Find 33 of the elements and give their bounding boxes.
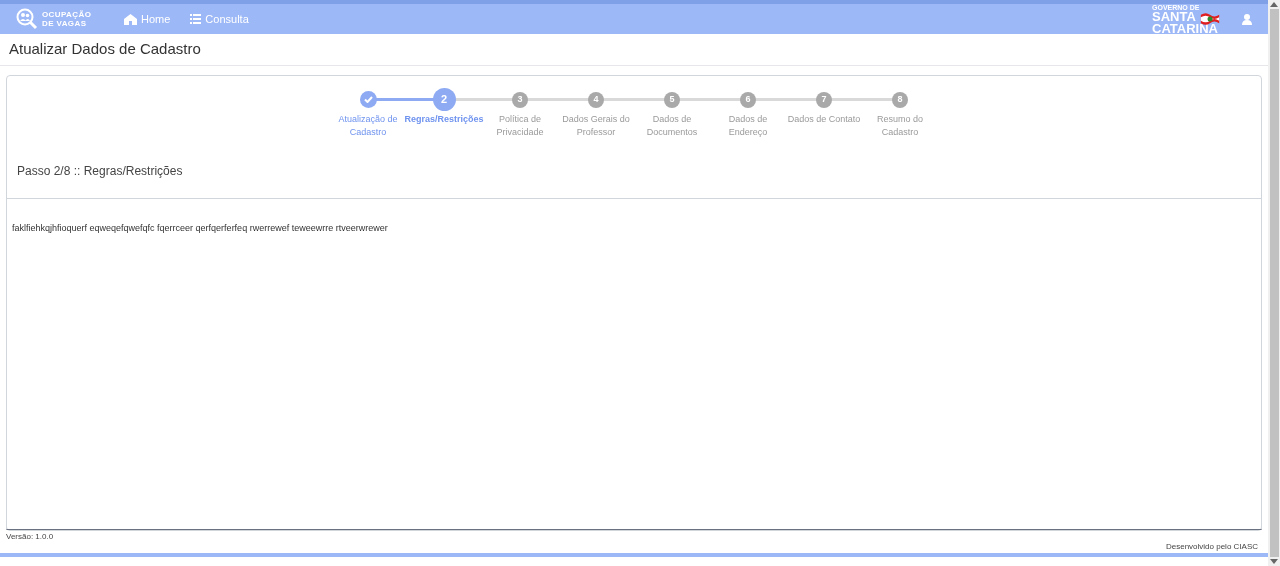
- user-icon[interactable]: [1242, 13, 1252, 25]
- flag-icon: [1200, 11, 1220, 26]
- magnifier-people-icon: [16, 8, 38, 30]
- step-label: Atualização de Cadastro: [337, 113, 399, 139]
- step-label: Regras/Restrições: [403, 113, 485, 126]
- step-number: 7: [816, 91, 832, 108]
- scroll-up-icon[interactable]: [1270, 2, 1278, 7]
- content-text: faklfiehkqjhfioquerf eqweqefqwefqfc fqerrceer qerfqerferfeq rwerrewef teweewrre rtveerwrewer: [12, 223, 388, 233]
- home-icon: [124, 13, 137, 25]
- step-label: Dados Gerais do Professor: [561, 113, 631, 139]
- logo[interactable]: OCUPAÇÃO DE VAGAS: [16, 8, 116, 30]
- nav-link[interactable]: Home: [124, 10, 171, 28]
- scroll-thumb[interactable]: [1269, 9, 1279, 557]
- page-title: Atualizar Dados de Cadastro: [9, 39, 201, 60]
- scrollbar[interactable]: [1268, 0, 1280, 566]
- version-text: Versão: 1.0.0: [6, 531, 54, 543]
- step-number: 6: [740, 91, 756, 108]
- step-heading: Passo 2/8 :: Regras/Restrições: [17, 163, 184, 180]
- nav-link[interactable]: Consulta: [190, 10, 249, 28]
- check-icon: [363, 96, 373, 103]
- step-number: 5: [664, 91, 680, 108]
- step-label: Resumo do Cadastro: [876, 113, 924, 139]
- step-number: 8: [892, 91, 908, 108]
- step-number: 2: [432, 88, 456, 111]
- step-label: Política de Privacidade: [495, 113, 545, 139]
- step-number: 3: [512, 91, 528, 108]
- list-icon: [190, 14, 202, 24]
- step-label: Dados de Documentos: [645, 113, 699, 139]
- step-number: 4: [588, 91, 604, 108]
- step-label: Dados de Contato: [786, 113, 862, 126]
- step-label: Dados de Endereço: [727, 113, 769, 139]
- scroll-down-icon[interactable]: [1270, 559, 1278, 564]
- credit-text: Desenvolvido pelo CIASC: [1165, 541, 1258, 553]
